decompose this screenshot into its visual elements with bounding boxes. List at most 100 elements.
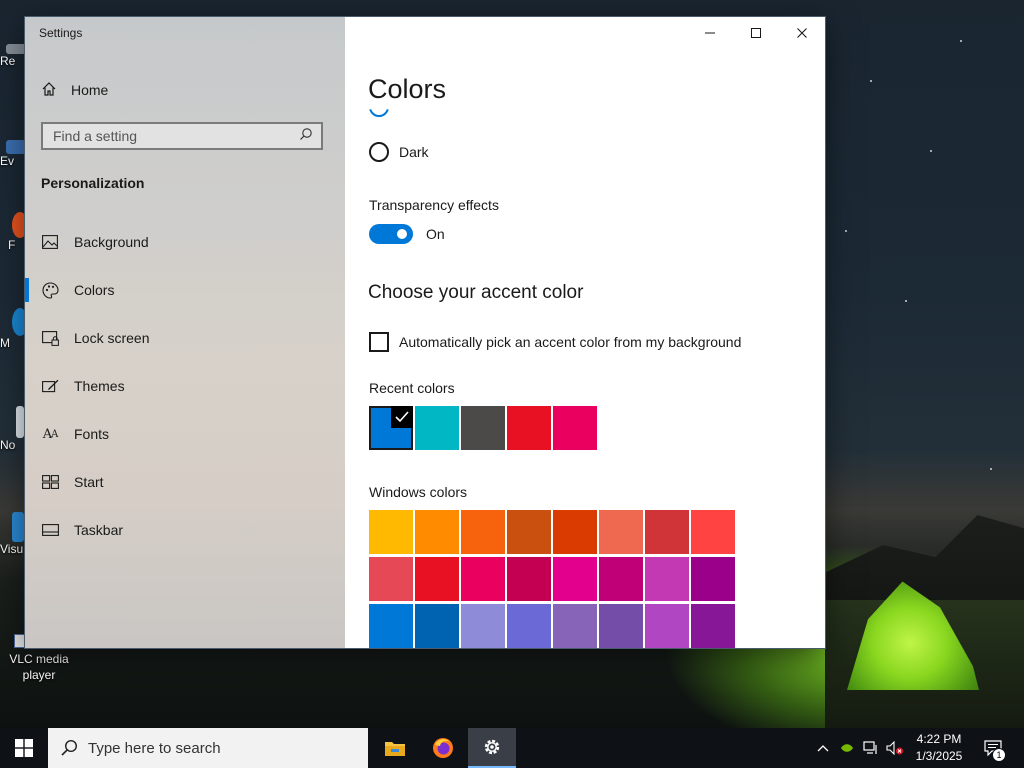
taskbar-icon	[41, 521, 59, 539]
windows-color-swatch[interactable]	[691, 510, 735, 554]
windows-color-swatch[interactable]	[415, 557, 459, 601]
settings-window: Settings Home Personalization Background	[25, 17, 825, 648]
search-icon	[61, 739, 78, 756]
tray-network[interactable]	[860, 728, 882, 768]
recent-color-swatch[interactable]	[461, 406, 505, 450]
windows-color-swatch[interactable]	[415, 510, 459, 554]
action-center-button[interactable]	[978, 728, 1008, 768]
recent-color-swatch[interactable]	[553, 406, 597, 450]
find-setting-search[interactable]	[41, 122, 323, 150]
taskbar-search-box[interactable]: Type here to search	[48, 728, 368, 768]
transparency-toggle[interactable]	[369, 224, 413, 244]
desktop-icon-vscode[interactable]: Visu	[0, 512, 26, 556]
file-explorer-icon	[385, 742, 405, 756]
nav-item-start[interactable]: Start	[25, 462, 345, 502]
clock-time: 4:22 PM	[916, 732, 962, 746]
dark-mode-radio[interactable]	[369, 142, 389, 162]
nav-item-background[interactable]: Background	[25, 222, 345, 262]
windows-color-swatch[interactable]	[461, 510, 505, 554]
taskbar-search-placeholder: Type here to search	[88, 739, 221, 757]
nav-item-colors[interactable]: Colors	[25, 270, 345, 310]
windows-color-swatch[interactable]	[507, 510, 551, 554]
windows-color-swatch[interactable]	[553, 604, 597, 648]
windows-color-swatch[interactable]	[369, 510, 413, 554]
windows-color-swatch[interactable]	[645, 510, 689, 554]
mountain-silhouette	[820, 515, 1024, 605]
taskbar: Type here to search 4:22 PM 1/3/2025	[0, 728, 1024, 768]
desktop-icon-event[interactable]: Ev	[0, 140, 26, 168]
desktop-icon-label: Re	[0, 54, 16, 68]
settings-icon	[484, 739, 500, 755]
auto-accent-checkbox[interactable]	[369, 332, 389, 352]
windows-color-swatch[interactable]	[645, 557, 689, 601]
find-setting-input[interactable]	[53, 128, 283, 144]
colors-content-pane: Colors Dark Transparency effects On Choo…	[345, 17, 825, 648]
windows-color-swatch[interactable]	[599, 604, 643, 648]
windows-color-swatch[interactable]	[599, 557, 643, 601]
nav-item-themes[interactable]: Themes	[25, 366, 345, 406]
maximize-icon	[751, 28, 761, 38]
close-button[interactable]	[779, 17, 825, 49]
recent-colors-label: Recent colors	[369, 380, 455, 396]
windows-color-swatch[interactable]	[369, 604, 413, 648]
taskbar-app-firefox[interactable]	[420, 728, 466, 768]
nav-item-fonts[interactable]: AA Fonts	[25, 414, 345, 454]
windows-color-swatch[interactable]	[553, 557, 597, 601]
minimize-button[interactable]	[687, 17, 733, 49]
windows-color-swatch[interactable]	[507, 557, 551, 601]
nav-item-taskbar[interactable]: Taskbar	[25, 510, 345, 550]
nav-item-label: Taskbar	[74, 522, 124, 538]
desktop-icon-recycle-bin[interactable]: Re	[0, 44, 26, 68]
desktop-icon-firefox[interactable]: F	[0, 212, 28, 252]
windows-color-swatch[interactable]	[369, 557, 413, 601]
maximize-button[interactable]	[733, 17, 779, 49]
desktop-icon-label: M	[0, 336, 10, 350]
recent-color-swatch[interactable]	[369, 406, 413, 450]
transparency-state-label: On	[426, 226, 445, 242]
font-icon: AA	[42, 426, 59, 442]
chevron-up-icon	[817, 745, 829, 752]
taskbar-clock[interactable]: 4:22 PM 1/3/2025	[906, 731, 972, 765]
recent-color-swatch[interactable]	[507, 406, 551, 450]
desktop-icon-vlc-label[interactable]: VLC media player	[4, 651, 74, 683]
nav-home[interactable]: Home	[41, 79, 108, 101]
checkmark-icon	[391, 406, 413, 428]
windows-color-swatch[interactable]	[507, 604, 551, 648]
palette-icon	[41, 281, 59, 299]
tray-nvidia[interactable]	[836, 728, 858, 768]
show-hidden-icons-button[interactable]	[812, 728, 834, 768]
network-icon	[863, 741, 877, 754]
nav-home-label: Home	[71, 82, 109, 98]
firefox-icon	[433, 738, 453, 758]
transparency-toggle-row: On	[369, 224, 445, 244]
dark-mode-option[interactable]: Dark	[369, 142, 429, 162]
section-title-personalization: Personalization	[41, 175, 145, 191]
desktop-icon-notepad[interactable]: No	[0, 406, 26, 452]
windows-color-swatch[interactable]	[553, 510, 597, 554]
auto-accent-option[interactable]: Automatically pick an accent color from …	[369, 332, 741, 352]
taskbar-app-settings[interactable]	[468, 728, 516, 768]
windows-color-swatch[interactable]	[415, 604, 459, 648]
desktop-icon-label: Visu	[0, 542, 24, 556]
windows-logo-icon	[15, 739, 33, 757]
search-icon[interactable]	[299, 127, 313, 146]
start-icon	[41, 473, 59, 491]
nav-item-label: Themes	[74, 378, 125, 394]
accent-color-heading: Choose your accent color	[368, 282, 584, 303]
windows-color-swatch[interactable]	[599, 510, 643, 554]
nav-item-label: Fonts	[74, 426, 110, 442]
taskbar-app-file-explorer[interactable]	[372, 728, 418, 768]
tray-volume[interactable]	[884, 728, 906, 768]
nav-item-lock-screen[interactable]: Lock screen	[25, 318, 345, 358]
start-button[interactable]	[0, 728, 48, 768]
desktop-icon-label: No	[0, 438, 16, 452]
clock-date: 1/3/2025	[915, 749, 963, 763]
windows-color-swatch[interactable]	[691, 557, 735, 601]
desktop-icon-edge[interactable]: M	[0, 308, 28, 350]
windows-color-swatch[interactable]	[461, 557, 505, 601]
windows-color-swatch[interactable]	[691, 604, 735, 648]
windows-color-swatch[interactable]	[461, 604, 505, 648]
recent-color-swatch[interactable]	[415, 406, 459, 450]
windows-color-swatch[interactable]	[645, 604, 689, 648]
notification-count-badge: 1	[992, 748, 1006, 762]
